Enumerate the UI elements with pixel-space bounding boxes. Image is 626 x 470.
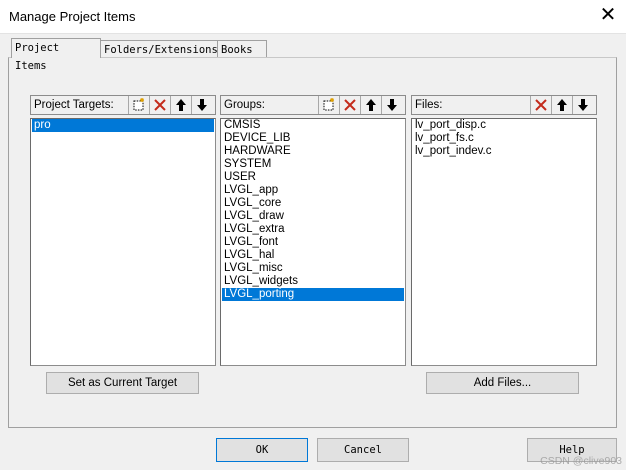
tab-project-items[interactable]: Project Items [11, 38, 101, 72]
cancel-button[interactable]: Cancel [317, 438, 409, 462]
targets-list[interactable]: pro [30, 118, 216, 366]
files-list[interactable]: lv_port_disp.c lv_port_fs.c lv_port_inde… [411, 118, 597, 366]
groups-list[interactable]: CMSIS DEVICE_LIB HARDWARE SYSTEM USER LV… [220, 118, 406, 366]
list-item[interactable]: LVGL_porting [222, 288, 404, 301]
list-item[interactable]: LVGL_misc [222, 262, 404, 275]
delete-target-button[interactable] [149, 96, 170, 114]
button-label: Add Files... [473, 377, 532, 389]
files-header: Files: [411, 95, 597, 115]
move-file-down-button[interactable] [572, 96, 593, 114]
tab-books[interactable]: Books [217, 40, 267, 58]
move-down-icon [387, 99, 397, 111]
add-files-button[interactable]: Add Files... [426, 372, 579, 394]
groups-header: Groups: [220, 95, 406, 115]
ok-button[interactable]: OK [216, 438, 308, 462]
list-item[interactable]: CMSIS [222, 119, 404, 132]
button-label: Cancel [344, 444, 382, 456]
list-item[interactable]: pro [32, 119, 214, 132]
title-divider [0, 33, 626, 34]
targets-header-label: Project Targets: [34, 99, 114, 111]
list-item[interactable]: lv_port_disp.c [413, 119, 595, 132]
new-icon [133, 98, 144, 111]
delete-icon [344, 99, 356, 111]
list-item[interactable]: LVGL_extra [222, 223, 404, 236]
delete-group-button[interactable] [339, 96, 360, 114]
list-item[interactable]: LVGL_hal [222, 249, 404, 262]
list-item[interactable]: lv_port_indev.c [413, 145, 595, 158]
tab-label: Folders/Extensions [104, 44, 218, 56]
delete-file-button[interactable] [530, 96, 551, 114]
tab-folders-extensions[interactable]: Folders/Extensions [100, 40, 218, 58]
list-item[interactable]: LVGL_font [222, 236, 404, 249]
delete-icon [154, 99, 166, 111]
list-item[interactable]: SYSTEM [222, 158, 404, 171]
close-icon[interactable]: ✕ [596, 4, 620, 28]
list-item[interactable]: LVGL_core [222, 197, 404, 210]
list-item[interactable]: lv_port_fs.c [413, 132, 595, 145]
delete-icon [535, 99, 547, 111]
button-label: OK [255, 444, 269, 456]
move-down-icon [578, 99, 588, 111]
list-item[interactable]: LVGL_app [222, 184, 404, 197]
list-item[interactable]: USER [222, 171, 404, 184]
new-icon [323, 98, 334, 111]
set-current-target-button[interactable]: Set as Current Target [46, 372, 199, 394]
move-file-up-button[interactable] [551, 96, 572, 114]
files-header-label: Files: [415, 99, 443, 111]
move-up-icon [366, 99, 376, 111]
watermark: CSDN @clive903 [540, 455, 622, 467]
button-label: Set as Current Target [67, 377, 178, 389]
groups-header-label: Groups: [224, 99, 265, 111]
move-down-icon [197, 99, 207, 111]
list-item[interactable]: LVGL_widgets [222, 275, 404, 288]
move-target-up-button[interactable] [170, 96, 191, 114]
new-target-button[interactable] [128, 96, 149, 114]
move-group-up-button[interactable] [360, 96, 381, 114]
list-item[interactable]: LVGL_draw [222, 210, 404, 223]
list-item[interactable]: DEVICE_LIB [222, 132, 404, 145]
targets-header: Project Targets: [30, 95, 216, 115]
new-group-button[interactable] [318, 96, 339, 114]
move-target-down-button[interactable] [191, 96, 212, 114]
move-up-icon [557, 99, 567, 111]
tab-label: Books [221, 44, 253, 56]
move-group-down-button[interactable] [381, 96, 402, 114]
move-up-icon [176, 99, 186, 111]
title-bar: Manage Project Items ✕ [0, 0, 626, 33]
list-item[interactable]: HARDWARE [222, 145, 404, 158]
window-title: Manage Project Items [9, 9, 136, 24]
